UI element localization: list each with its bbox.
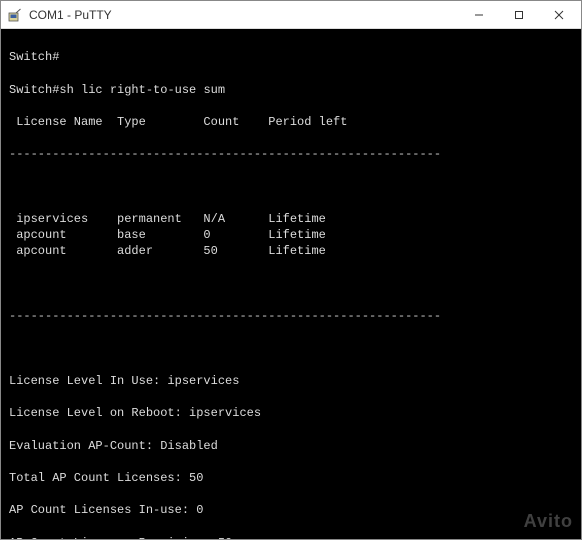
terminal-area[interactable]: Switch# Switch#sh lic right-to-use sum L… xyxy=(1,29,581,539)
status-line: AP Count Licenses In-use: 0 xyxy=(9,502,573,518)
putty-icon xyxy=(7,7,23,23)
status-line: Total AP Count Licenses: 50 xyxy=(9,470,573,486)
table-row: ipservices permanent N/A Lifetime xyxy=(9,211,573,227)
window-title: COM1 - PuTTY xyxy=(29,8,459,22)
close-button[interactable] xyxy=(539,1,579,29)
blank xyxy=(9,179,573,195)
titlebar: COM1 - PuTTY xyxy=(1,1,581,29)
status-line: AP Count Licenses Remaining: 50 xyxy=(9,535,573,539)
putty-window: COM1 - PuTTY Switch# Switch#sh lic right… xyxy=(0,0,582,540)
dash-line: ----------------------------------------… xyxy=(9,146,573,162)
blank xyxy=(9,341,573,357)
blank xyxy=(9,276,573,292)
table-row: apcount base 0 Lifetime xyxy=(9,227,573,243)
status-line: Evaluation AP-Count: Disabled xyxy=(9,438,573,454)
dash-line: ----------------------------------------… xyxy=(9,308,573,324)
sum-header: License Name Type Count Period left xyxy=(9,114,573,130)
cmd-line: Switch#sh lic right-to-use sum xyxy=(9,82,573,98)
minimize-button[interactable] xyxy=(459,1,499,29)
status-line: License Level on Reboot: ipservices xyxy=(9,405,573,421)
status-line: License Level In Use: ipservices xyxy=(9,373,573,389)
table-row: apcount adder 50 Lifetime xyxy=(9,243,573,259)
prompt-line: Switch# xyxy=(9,49,573,65)
maximize-button[interactable] xyxy=(499,1,539,29)
